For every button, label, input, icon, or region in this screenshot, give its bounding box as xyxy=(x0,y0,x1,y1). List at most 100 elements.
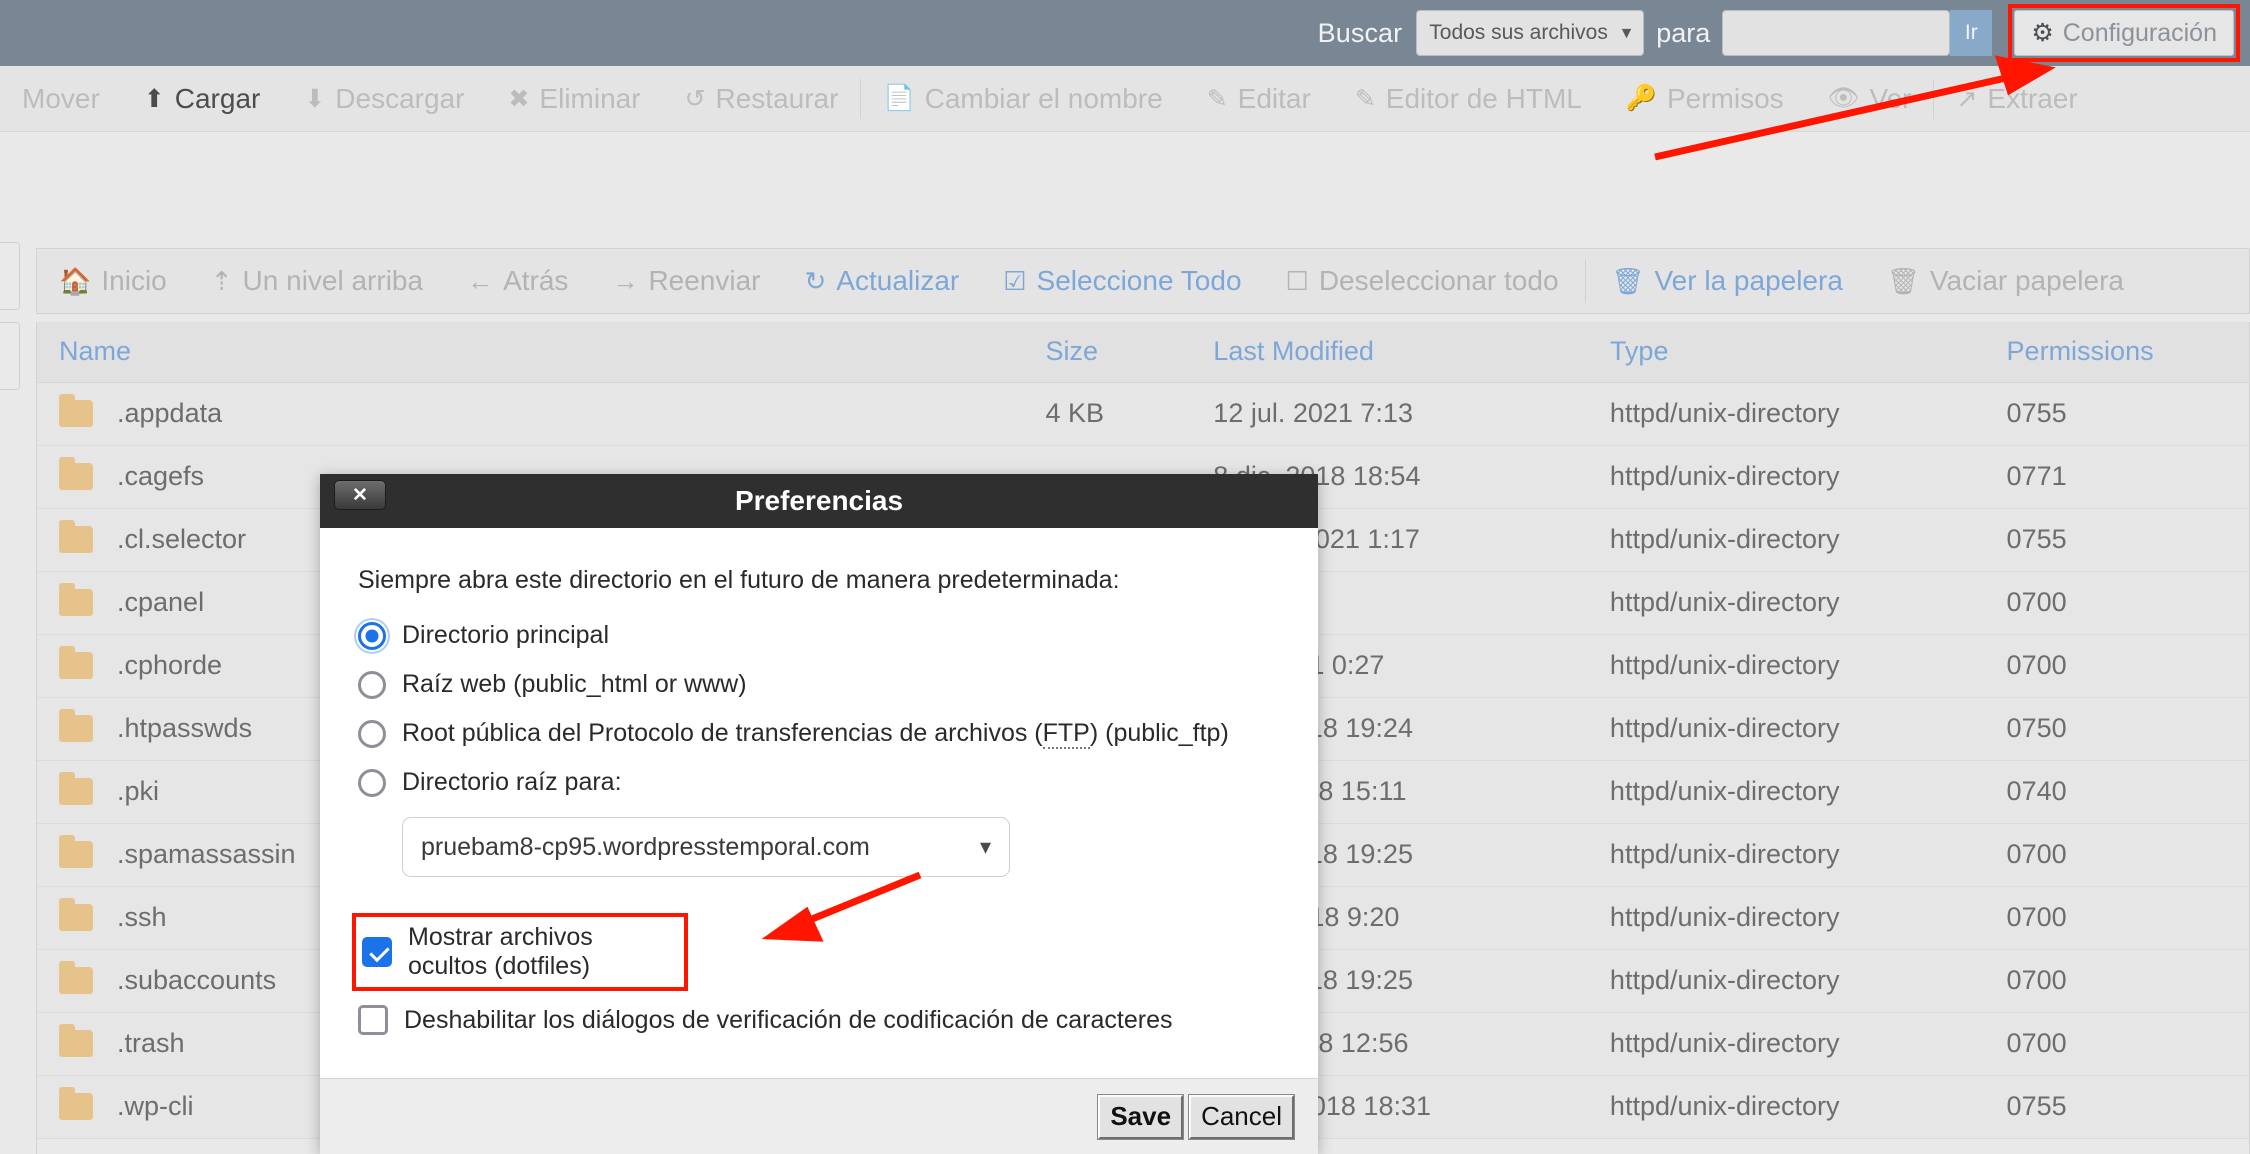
folder-icon xyxy=(59,1087,93,1120)
settings-button[interactable]: ⚙ Configuración xyxy=(2014,10,2234,56)
file-name-label: .htpasswds xyxy=(117,713,253,743)
trash-icon: 🗑 xyxy=(1611,265,1645,296)
radio-option-raiz-web[interactable]: Raíz web (public_html or www) xyxy=(358,670,1278,699)
ftp-abbr: FTP xyxy=(1042,719,1090,749)
checkbox-deshabilitar-dialogos[interactable]: Deshabilitar los diálogos de verificació… xyxy=(358,1005,1278,1035)
toolbar-item-label: Cambiar el nombre xyxy=(924,82,1163,114)
close-x-icon[interactable]: ✕ xyxy=(334,480,386,510)
column-header-type[interactable]: Type xyxy=(1587,322,1985,383)
cell-type: httpd/unix-directory xyxy=(1587,634,1985,698)
file-name-label: .cphorde xyxy=(117,650,223,680)
radio-option-directorio-principal[interactable]: Directorio principal xyxy=(358,621,1278,650)
file-name-label: .cagefs xyxy=(117,461,205,491)
toolbar-item-cargar[interactable]: ⬆ Cargar xyxy=(122,66,283,132)
toolbar-item-cambiar-nombre[interactable]: 📄 Cambiar el nombre xyxy=(861,66,1184,132)
refresh-icon: ↻ xyxy=(804,265,827,296)
left-panel-stub-top xyxy=(0,242,20,310)
nav-item-actualizar[interactable]: ↻ Actualizar xyxy=(783,249,982,313)
nav-item-deseleccionar-todo[interactable]: ☐ Deseleccionar todo xyxy=(1264,249,1581,313)
radio-selected-icon[interactable] xyxy=(358,621,386,650)
column-header-name[interactable]: Name xyxy=(37,322,1024,383)
rename-file-icon: 📄 xyxy=(883,84,915,112)
toolbar-item-editor-html[interactable]: ✎ Editor de HTML xyxy=(1333,66,1604,132)
save-button[interactable]: Save xyxy=(1097,1093,1185,1140)
dialog-footer: Save Cancel xyxy=(320,1078,1318,1154)
search-go-label: Ir xyxy=(1964,21,1978,44)
nav-item-reenviar[interactable]: → Reenviar xyxy=(590,249,782,313)
toolbar-item-extraer[interactable]: ↗ Extraer xyxy=(1934,66,2099,132)
cell-permissions: 0750 xyxy=(1984,697,2249,761)
cell-permissions: 0700 xyxy=(1984,886,2249,950)
nav-item-atras[interactable]: ← Atrás xyxy=(445,249,590,313)
column-header-size[interactable]: Size xyxy=(1023,322,1192,383)
cell-type: httpd/unix-directory xyxy=(1587,1075,1985,1139)
toolbar-item-label: Ver xyxy=(1869,82,1912,114)
file-nav-toolbar: 🏠 Inicio ⇡ Un nivel arriba ← Atrás → Ree… xyxy=(36,248,2250,314)
nav-item-ver-papelera[interactable]: 🗑 Ver la papelera xyxy=(1590,249,1865,313)
toolbar-item-label: Restaurar xyxy=(715,82,839,114)
cell-name: .appdata xyxy=(37,382,1024,446)
folder-icon xyxy=(59,961,93,994)
radio-empty-icon[interactable] xyxy=(358,719,386,748)
domain-select[interactable]: pruebam8-cp95.wordpresstemporal.com ▾ xyxy=(402,817,1010,877)
toolbar-item-descargar[interactable]: ⬇ Descargar xyxy=(282,66,486,132)
column-header-permissions[interactable]: Permissions xyxy=(1984,322,2249,383)
radio-empty-icon[interactable] xyxy=(358,768,386,797)
preferences-dialog: ✕ Preferencias Siempre abra este directo… xyxy=(320,474,1318,1154)
toolbar-item-label: Descargar xyxy=(335,82,465,114)
nav-item-seleccione-todo[interactable]: ☑ Seleccione Todo xyxy=(981,249,1263,313)
file-name-label: .spamassassin xyxy=(117,839,296,869)
radio-option-root-publica-ftp[interactable]: Root pública del Protocolo de transferen… xyxy=(358,719,1278,749)
search-area: Buscar Todos sus archivos ▾ para Ir ⚙ Co… xyxy=(1318,4,2250,62)
settings-annotation-box: ⚙ Configuración xyxy=(2008,4,2240,62)
nav-item-vaciar-papelera[interactable]: 🗑 Vaciar papelera xyxy=(1865,249,2146,313)
restore-undo-icon: ↺ xyxy=(684,84,706,113)
nav-item-un-nivel-arriba[interactable]: ⇡ Un nivel arriba xyxy=(189,249,445,313)
toolbar-item-mover[interactable]: Mover xyxy=(0,66,122,132)
folder-icon xyxy=(59,457,93,490)
cell-size: 4 KB xyxy=(1023,382,1192,446)
toolbar-item-permisos[interactable]: 🔑 Permisos xyxy=(1604,66,1806,132)
permissions-key-icon: 🔑 xyxy=(1625,84,1657,112)
nav-item-label: Atrás xyxy=(503,265,569,296)
toolbar-item-restaurar[interactable]: ↺ Restaurar xyxy=(663,66,861,132)
extract-arrows-icon: ↗ xyxy=(1956,84,1978,113)
toolbar-item-eliminar[interactable]: ✖ Eliminar xyxy=(486,66,662,132)
table-row[interactable]: .appdata 4 KB 12 jul. 2021 7:13 httpd/unix-… xyxy=(37,382,2249,446)
cell-permissions: 0755 xyxy=(1984,508,2249,572)
file-name-label: .trash xyxy=(117,1028,185,1058)
dotfiles-annotation-box: Mostrar archivos ocultos (dotfiles) xyxy=(352,913,688,991)
toolbar-item-ver[interactable]: 👁 Ver xyxy=(1806,66,1934,132)
cell-permissions: 0700 xyxy=(1984,571,2249,635)
dialog-title-bar: ✕ Preferencias xyxy=(320,474,1318,528)
cell-type: httpd/unix-directory xyxy=(1587,823,1985,887)
checkbox-label: Mostrar archivos ocultos (dotfiles) xyxy=(408,923,593,980)
delete-x-icon: ✖ xyxy=(508,84,530,113)
folder-icon xyxy=(59,1024,93,1057)
toolbar-item-label: Eliminar xyxy=(539,82,641,114)
checkbox-label: Deshabilitar los diálogos de verificació… xyxy=(404,1005,1173,1034)
cancel-button[interactable]: Cancel xyxy=(1188,1093,1295,1140)
radio-empty-icon[interactable] xyxy=(358,670,386,699)
cell-permissions: 0700 xyxy=(1984,634,2249,698)
toolbar-item-editar[interactable]: ✎ Editar xyxy=(1185,66,1333,132)
cell-type: httpd/unix-directory xyxy=(1587,760,1985,824)
pencil-icon: ✎ xyxy=(1206,84,1228,113)
domain-select-value: pruebam8-cp95.wordpresstemporal.com xyxy=(421,832,870,861)
search-input[interactable] xyxy=(1722,10,1951,56)
column-header-modified[interactable]: Last Modified xyxy=(1191,322,1588,383)
toolbar-item-label: Editor de HTML xyxy=(1385,82,1582,114)
dialog-body: Siempre abra este directorio en el futur… xyxy=(320,528,1318,1078)
radio-option-directorio-raiz-para[interactable]: Directorio raíz para: xyxy=(358,768,1278,797)
file-name-label: .pki xyxy=(117,776,160,806)
folder-icon xyxy=(59,898,93,931)
radio-option-label: Root pública del Protocolo de transferen… xyxy=(402,719,1229,749)
nav-item-inicio[interactable]: 🏠 Inicio xyxy=(37,249,189,313)
search-scope-select[interactable]: Todos sus archivos ▾ xyxy=(1416,10,1645,56)
checkbox-checked-icon[interactable] xyxy=(362,937,392,967)
file-name-label: .cpanel xyxy=(117,587,205,617)
checkbox-empty-icon[interactable] xyxy=(358,1005,388,1035)
gear-icon: ⚙ xyxy=(2031,19,2054,47)
checkbox-mostrar-archivos-ocultos[interactable]: Mostrar archivos ocultos (dotfiles) xyxy=(362,923,676,981)
search-go-button[interactable]: Ir xyxy=(1950,10,1993,56)
